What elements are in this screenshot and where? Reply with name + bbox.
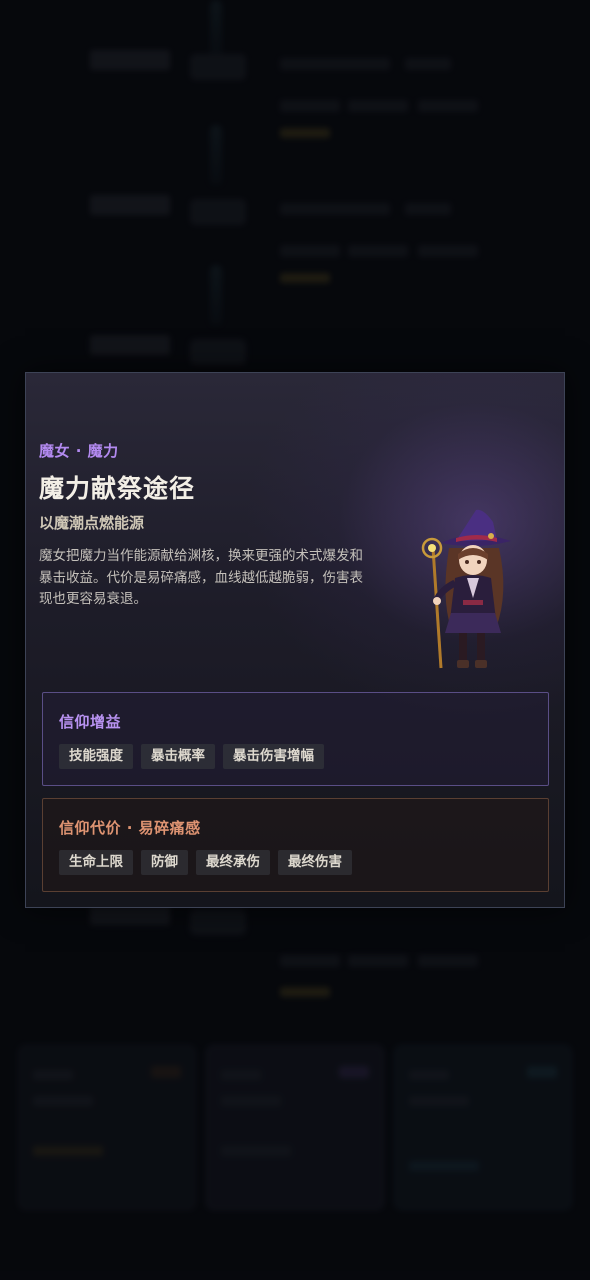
modal-subtitle: 以魔潮点燃能源 (39, 514, 145, 532)
faith-cost-panel: 信仰代价 · 易碎痛感 生命上限 防御 最终承伤 最终伤害 (42, 798, 549, 892)
modal-title: 魔力献祭途径 (39, 474, 196, 503)
gain-title: 信仰增益 (59, 713, 122, 731)
cost-tag: 生命上限 (59, 850, 133, 875)
gain-tag: 暴击概率 (141, 744, 215, 769)
cost-title: 信仰代价 · 易碎痛感 (59, 819, 201, 837)
gain-tag-list: 技能强度 暴击概率 暴击伤害增幅 (59, 744, 324, 769)
modal-eyebrow: 魔女 · 魔力 (39, 442, 119, 460)
cost-tag: 最终伤害 (278, 850, 352, 875)
gain-tag: 技能强度 (59, 744, 133, 769)
cost-tag: 防御 (141, 850, 188, 875)
gain-tag: 暴击伤害增幅 (223, 744, 324, 769)
witch-portrait (421, 509, 511, 669)
cost-tag: 最终承伤 (196, 850, 270, 875)
cost-tag-list: 生命上限 防御 最终承伤 最终伤害 (59, 850, 352, 875)
faith-path-modal: 魔女 · 魔力 魔力献祭途径 以魔潮点燃能源 魔女把魔力当作能源献给渊核，换来更… (25, 372, 565, 908)
faith-gain-panel: 信仰增益 技能强度 暴击概率 暴击伤害增幅 (42, 692, 549, 786)
modal-description: 魔女把魔力当作能源献给渊核，换来更强的术式爆发和暴击收益。代价是易碎痛感，血线越… (39, 548, 363, 607)
